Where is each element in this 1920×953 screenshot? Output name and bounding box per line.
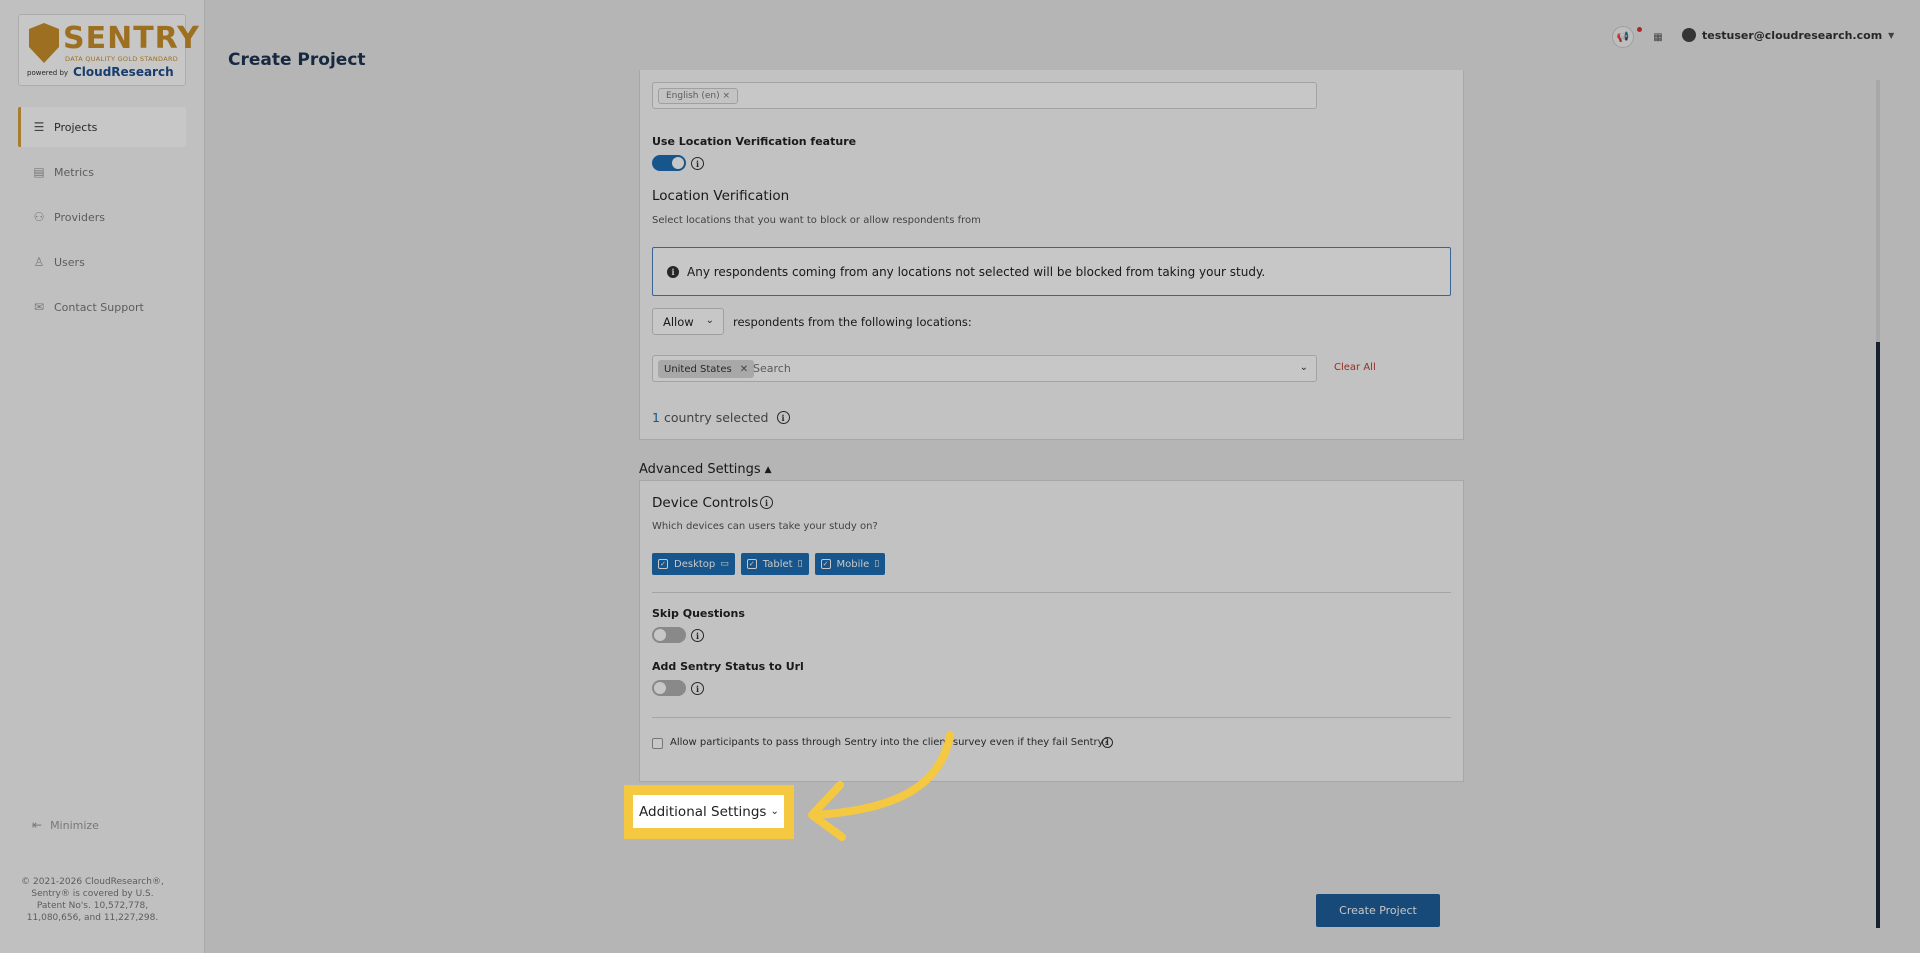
additional-settings-toggle[interactable]: Additional Settings ⌄: [633, 795, 784, 828]
dim-overlay: [0, 0, 1920, 953]
chevron-down-icon: ⌄: [770, 806, 779, 817]
pointer-arrow-icon: [808, 731, 954, 841]
additional-settings-label: Additional Settings: [639, 803, 767, 820]
